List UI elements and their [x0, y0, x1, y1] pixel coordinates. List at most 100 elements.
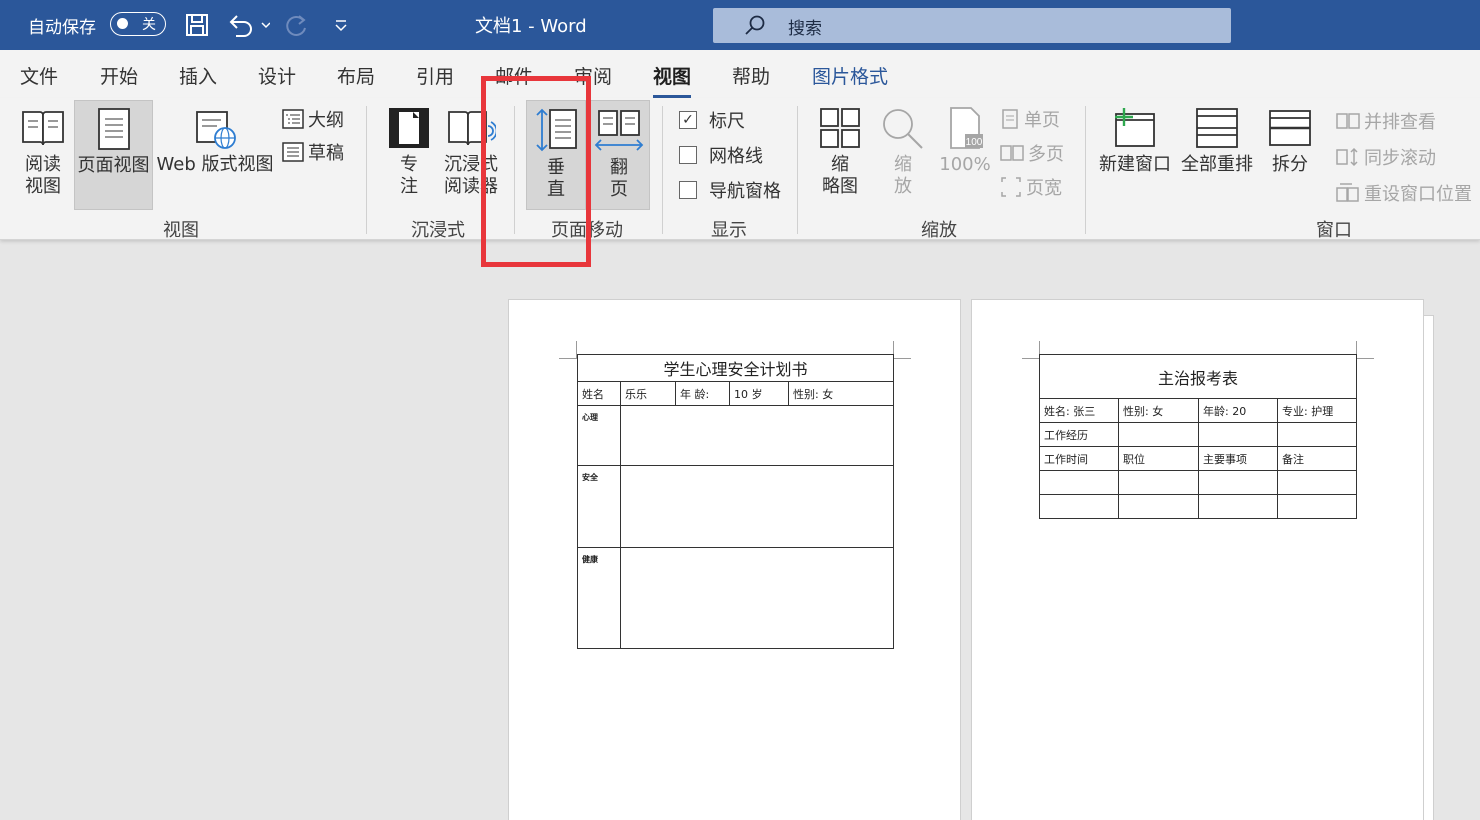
- read-mode-icon: [22, 111, 64, 146]
- table-cell[interactable]: [1198, 470, 1278, 495]
- tab-picture-format[interactable]: 图片格式: [812, 62, 888, 89]
- split-label: 拆分: [1272, 154, 1308, 175]
- one-page-label: 单页: [1024, 110, 1060, 131]
- thumbnails-label-1: 缩: [831, 154, 849, 175]
- thumbnails-icon: [820, 108, 860, 148]
- web-layout-button[interactable]: Web 版式视图: [156, 106, 274, 176]
- split-button[interactable]: 拆分: [1266, 106, 1314, 176]
- print-layout-button[interactable]: 页面视图: [74, 100, 153, 210]
- reset-window-label: 重设窗口位置: [1364, 184, 1472, 205]
- side-by-side-label: 并排查看: [1364, 112, 1436, 133]
- draft-button[interactable]: 草稿: [282, 139, 344, 165]
- table-cell[interactable]: [1118, 422, 1199, 447]
- page-corner-mark: [1356, 341, 1374, 359]
- table-cell[interactable]: [1118, 470, 1199, 495]
- autosave-toggle[interactable]: 关: [110, 12, 166, 36]
- document-page-1[interactable]: 学生心理安全计划书 姓名 乐乐 年 龄: 10 岁 性别: 女 心理 安全 健康: [508, 299, 961, 820]
- document-page-2[interactable]: 主治报考表 姓名: 张三 性别: 女 年龄: 20 专业: 护理 工作经历 工作…: [971, 299, 1424, 820]
- gridlines-checkbox[interactable]: 网格线: [679, 142, 763, 168]
- title-bar: 自动保存 关 文档1 - Word 搜索: [0, 0, 1480, 50]
- nav-pane-label: 导航窗格: [709, 181, 781, 202]
- section-cell[interactable]: [620, 547, 894, 649]
- group-label-views: 视图: [163, 220, 199, 241]
- table-cell: 备注: [1277, 446, 1357, 471]
- search-placeholder: 搜索: [788, 19, 822, 39]
- reset-window-icon: [1336, 183, 1359, 202]
- table-cell: 职位: [1118, 446, 1199, 471]
- table-cell: 性别: 女: [788, 381, 894, 406]
- synchronous-scrolling-button[interactable]: 同步滚动: [1336, 144, 1436, 170]
- table-title: 主治报考表: [1039, 354, 1357, 399]
- table-cell[interactable]: [1277, 494, 1357, 519]
- tab-design[interactable]: 设计: [258, 62, 296, 89]
- multiple-pages-button[interactable]: 多页: [1000, 140, 1064, 166]
- tab-layout[interactable]: 布局: [337, 62, 375, 89]
- autosave-label: 自动保存: [28, 18, 96, 38]
- page-width-icon: [1001, 177, 1021, 197]
- web-layout-label: Web 版式视图: [156, 154, 274, 175]
- svg-text:100: 100: [966, 137, 983, 148]
- table-cell: 主要事项: [1198, 446, 1278, 471]
- section-cell[interactable]: [620, 465, 894, 548]
- tab-view[interactable]: 视图: [653, 62, 692, 98]
- student-plan-table: 学生心理安全计划书 姓名 乐乐 年 龄: 10 岁 性别: 女 心理 安全 健康: [577, 354, 894, 649]
- search-icon: [743, 14, 767, 42]
- table-cell[interactable]: [1277, 470, 1357, 495]
- zoom-icon: [883, 109, 923, 149]
- table-cell: 乐乐: [620, 381, 676, 406]
- reset-window-position-button[interactable]: 重设窗口位置: [1336, 180, 1472, 206]
- group-label-immersive: 沉浸式: [411, 220, 465, 241]
- tab-insert[interactable]: 插入: [179, 62, 217, 89]
- redo-icon[interactable]: [282, 10, 312, 40]
- customize-qat-icon[interactable]: [326, 10, 356, 40]
- navigation-pane-checkbox[interactable]: 导航窗格: [679, 177, 781, 203]
- ruler-label: 标尺: [709, 111, 745, 132]
- gridlines-check-icon: [679, 146, 697, 164]
- table-cell[interactable]: [1277, 422, 1357, 447]
- focus-button[interactable]: 专 注: [385, 106, 433, 198]
- zoom-100-button[interactable]: 100 100%: [938, 106, 992, 176]
- table-cell[interactable]: [1198, 422, 1278, 447]
- draft-icon: [282, 142, 304, 162]
- one-page-button[interactable]: 单页: [1000, 106, 1060, 132]
- side-to-side-button[interactable]: 翻 页: [588, 100, 650, 210]
- highlight-box: [481, 76, 591, 267]
- undo-icon[interactable]: [224, 10, 272, 40]
- zoom-button[interactable]: 缩 放: [878, 106, 928, 198]
- table-cell[interactable]: [1118, 494, 1199, 519]
- table-cell: 10 岁: [729, 381, 789, 406]
- ruler-checkbox[interactable]: ✓ 标尺: [679, 107, 745, 133]
- search-box[interactable]: 搜索: [713, 8, 1231, 43]
- new-window-button[interactable]: 新建窗口: [1098, 106, 1172, 176]
- table-cell[interactable]: [1198, 494, 1278, 519]
- outline-icon: [282, 109, 304, 129]
- tab-home[interactable]: 开始: [100, 62, 138, 89]
- tab-file[interactable]: 文件: [20, 62, 58, 89]
- tab-help[interactable]: 帮助: [732, 62, 770, 89]
- table-cell[interactable]: [1039, 494, 1119, 519]
- table-cell: 性别: 女: [1118, 398, 1199, 423]
- toggle-knob: [117, 18, 128, 29]
- arrange-all-button[interactable]: 全部重排: [1180, 106, 1254, 176]
- page-width-button[interactable]: 页宽: [1000, 174, 1062, 200]
- ruler-check-icon: ✓: [679, 111, 697, 129]
- save-icon[interactable]: [182, 10, 212, 40]
- read-mode-button[interactable]: 阅读 视图: [14, 106, 72, 198]
- section-label: 心理: [577, 405, 621, 466]
- outline-label: 大纲: [308, 110, 344, 131]
- view-side-by-side-button[interactable]: 并排查看: [1336, 108, 1436, 134]
- group-separator: [662, 106, 663, 234]
- side-to-side-label-2: 页: [610, 179, 628, 200]
- outline-button[interactable]: 大纲: [282, 106, 344, 132]
- hundred-percent-icon: 100: [950, 107, 983, 149]
- section-cell[interactable]: [620, 405, 894, 466]
- thumbnails-button[interactable]: 缩 略图: [812, 106, 868, 198]
- sync-scroll-icon: [1336, 147, 1358, 167]
- group-separator: [1085, 106, 1086, 234]
- split-icon: [1269, 110, 1311, 146]
- side-by-side-icon: [1336, 113, 1360, 129]
- table-cell: 专业: 护理: [1277, 398, 1357, 423]
- multiple-pages-label: 多页: [1028, 144, 1064, 165]
- tab-references[interactable]: 引用: [416, 62, 454, 89]
- table-cell[interactable]: [1039, 470, 1119, 495]
